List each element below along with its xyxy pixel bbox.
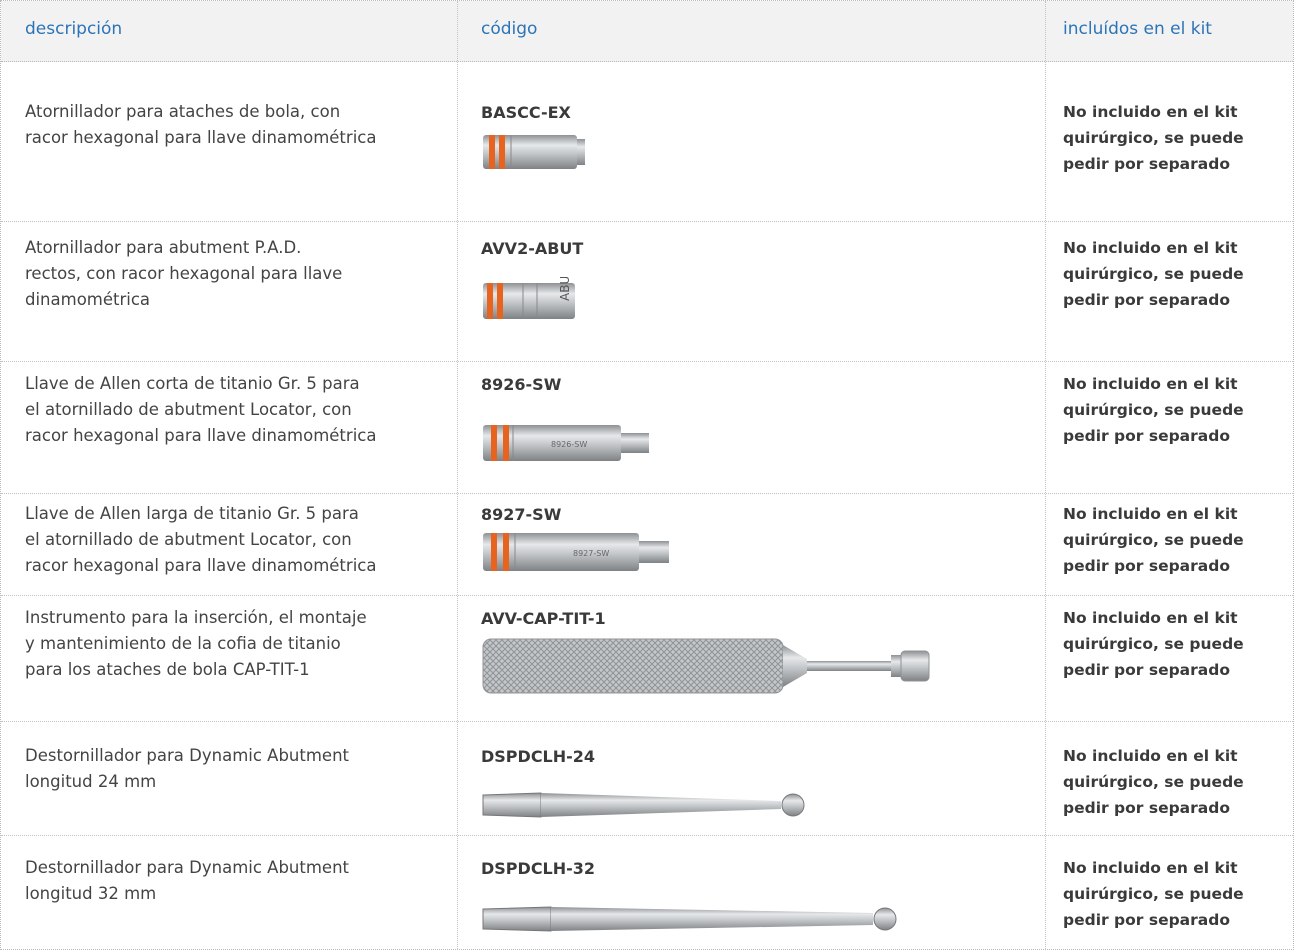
code-cell: DSPDCLH-24 — [481, 747, 596, 766]
instrument-table: descripción código incluídos en el kit A… — [0, 0, 1294, 950]
svg-text:8926-SW: 8926-SW — [551, 440, 587, 449]
allen-key-long-icon: 8927-SW — [483, 533, 669, 571]
ball-screwdriver-short-icon — [482, 792, 805, 818]
code-cell: DSPDCLH-32 — [481, 859, 596, 878]
included-cell: No incluido en el kit quirúrgico, se pue… — [1063, 859, 1244, 929]
included-cell: No incluido en el kit quirúrgico, se pue… — [1063, 747, 1244, 817]
allen-key-short-icon: 8926-SW — [483, 425, 649, 461]
header-included: incluídos en el kit — [1063, 19, 1212, 39]
included-cell: No incluido en el kit quirúrgico, se pue… — [1063, 239, 1244, 309]
svg-text:8927-SW: 8927-SW — [573, 549, 609, 558]
svg-text:ABUT: ABUT — [558, 277, 572, 301]
table-row: Llave de Allen larga de titanio Gr. 5 pa… — [1, 493, 1293, 596]
abutment-driver-icon: ABUT — [483, 277, 575, 319]
description-cell: Llave de Allen corta de titanio Gr. 5 pa… — [25, 374, 377, 445]
included-cell: No incluido en el kit quirúrgico, se pue… — [1063, 375, 1244, 445]
code-cell: AVV-CAP-TIT-1 — [481, 609, 606, 628]
code-cell: AVV2-ABUT — [481, 239, 584, 258]
table-row: Instrumento para la inserción, el montaj… — [1, 595, 1293, 722]
table-row: Destornillador para Dynamic Abutment lon… — [1, 835, 1293, 949]
table-row: Destornillador para Dynamic Abutment lon… — [1, 721, 1293, 836]
description-cell: Atornillador para abutment P.A.D. rectos… — [25, 238, 343, 309]
description-cell: Destornillador para Dynamic Abutment lon… — [25, 746, 350, 791]
description-cell: Llave de Allen larga de titanio Gr. 5 pa… — [25, 504, 377, 575]
included-cell: No incluido en el kit quirúrgico, se pue… — [1063, 505, 1244, 575]
code-cell: BASCC-EX — [481, 103, 571, 122]
header-description: descripción — [25, 19, 123, 39]
description-cell: Atornillador para ataches de bola, con r… — [25, 102, 377, 147]
included-cell: No incluido en el kit quirúrgico, se pue… — [1063, 103, 1244, 173]
ball-screwdriver-long-icon — [482, 906, 897, 932]
hex-driver-short-icon — [483, 135, 585, 169]
table-row: Atornillador para abutment P.A.D. rectos… — [1, 221, 1293, 362]
description-cell: Instrumento para la inserción, el montaj… — [25, 608, 367, 679]
description-cell: Destornillador para Dynamic Abutment lon… — [25, 858, 350, 903]
code-cell: 8926-SW — [481, 375, 562, 394]
header-code: código — [481, 19, 538, 39]
table-header: descripción código incluídos en el kit — [1, 1, 1293, 62]
included-cell: No incluido en el kit quirúrgico, se pue… — [1063, 609, 1244, 679]
code-cell: 8927-SW — [481, 505, 562, 524]
knurled-handle-instrument-icon — [482, 638, 930, 694]
table-row: Atornillador para ataches de bola, con r… — [1, 83, 1293, 222]
table-row: Llave de Allen corta de titanio Gr. 5 pa… — [1, 361, 1293, 494]
